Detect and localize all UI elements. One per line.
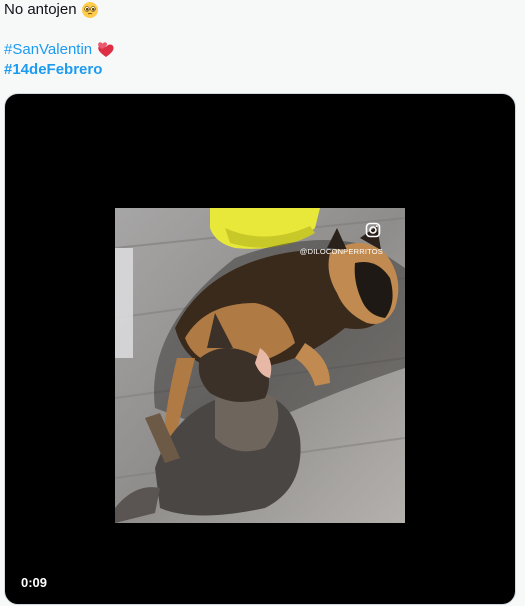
instagram-icon — [365, 222, 381, 243]
hashtag-14defebrero[interactable]: #14deFebrero — [4, 60, 102, 80]
tweet-text-line: No antojen — [4, 0, 514, 20]
video-duration-badge: 0:09 — [21, 575, 48, 590]
hashtag-line: #SanValentin — [4, 40, 514, 60]
hashtag-line: #14deFebrero — [4, 60, 514, 80]
video-watermark: @DILOCONPERRITOS — [299, 247, 383, 256]
video-frame: @DILOCONPERRITOS — [115, 208, 405, 523]
video-player[interactable]: @DILOCONPERRITOS 0:09 — [4, 93, 516, 605]
tweet-text: No antojen #SanValentin #14deFebrero — [4, 0, 514, 80]
two-hearts-icon — [96, 41, 114, 59]
tweet-text-content: No antojen — [4, 1, 77, 18]
pleading-face-icon — [81, 1, 99, 19]
tweet: No antojen #SanValentin #14deFebrero @DI… — [0, 0, 525, 606]
hashtag-sanvalentin[interactable]: #SanValentin — [4, 40, 92, 60]
